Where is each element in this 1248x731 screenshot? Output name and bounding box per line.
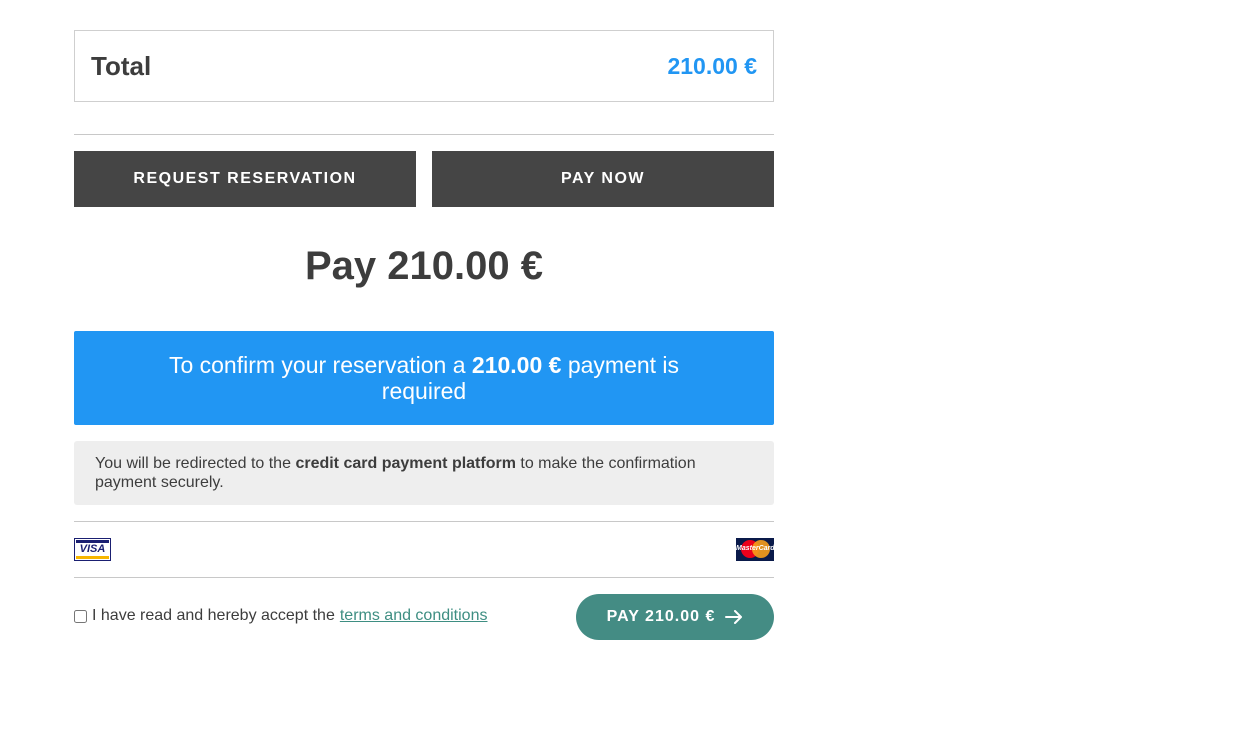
redirect-info-box: You will be redirected to the credit car… (74, 441, 774, 505)
divider (74, 577, 774, 578)
terms-link[interactable]: terms and conditions (340, 607, 488, 625)
pay-submit-button[interactable]: PAY 210.00 € (576, 594, 774, 640)
confirm-payment-notice: To confirm your reservation a 210.00 € p… (74, 331, 774, 425)
pay-submit-label: PAY 210.00 € (606, 608, 716, 625)
redirect-text-prefix: You will be redirected to the (95, 455, 291, 472)
total-value: 210.00 € (667, 52, 757, 79)
terms-checkbox[interactable] (74, 609, 87, 623)
confirm-amount: 210.00 € (471, 352, 562, 378)
terms-text: I have read and hereby accept the (92, 607, 335, 624)
terms-row: I have read and hereby accept the terms … (74, 606, 487, 626)
redirect-text-bold: credit card payment platform (295, 455, 516, 472)
mastercard-label: MasterCard (736, 545, 774, 552)
mastercard-card-icon: MasterCard (736, 538, 774, 561)
request-reservation-button[interactable]: REQUEST RESERVATION (74, 151, 416, 207)
visa-card-icon: VISA (74, 538, 111, 561)
visa-label: VISA (79, 543, 106, 555)
pay-amount-heading: Pay 210.00 € (305, 244, 543, 288)
total-summary-box: Total 210.00 € (74, 30, 774, 102)
total-label: Total (91, 50, 152, 81)
divider (74, 134, 774, 135)
pay-now-button[interactable]: PAY NOW (432, 151, 774, 207)
divider (74, 521, 774, 522)
arrow-right-icon (725, 610, 743, 624)
confirm-text-prefix: To confirm your reservation a (168, 352, 466, 378)
